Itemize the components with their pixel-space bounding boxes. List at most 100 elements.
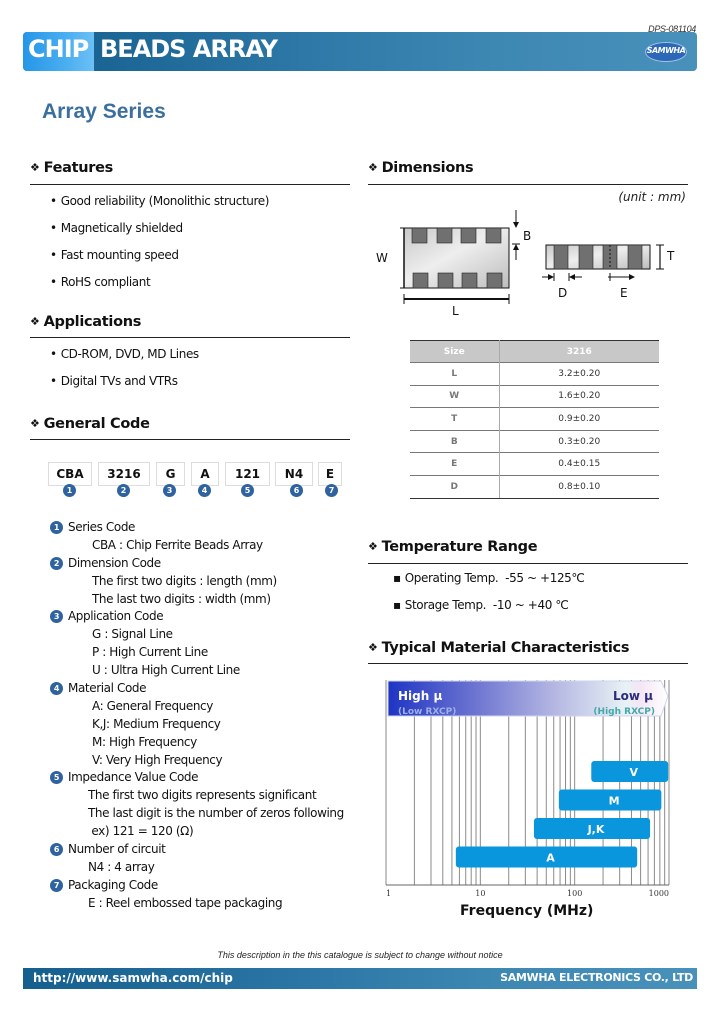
- dimension-drawing: W L B T D E: [376, 210, 675, 318]
- bar-label: A: [546, 852, 555, 865]
- dim-label-l: L: [452, 304, 459, 318]
- applications-title: Applications: [43, 314, 142, 330]
- legend-line: A: General Frequency: [92, 698, 213, 713]
- table-cell-param: E: [410, 452, 500, 476]
- features-list: Good reliability (Monolithic structure) …: [50, 194, 270, 302]
- diamond-bullet-icon: ❖: [30, 315, 40, 328]
- legend-line: The first two digits : length (mm): [92, 573, 277, 588]
- table-cell-value: 1.6±0.20: [499, 384, 659, 408]
- logo-text: SAMWHA: [646, 46, 686, 55]
- application-item: CD-ROM, DVD, MD Lines: [50, 347, 199, 374]
- bar-label: M: [609, 795, 620, 808]
- bar-label: J,K: [587, 823, 605, 836]
- table-cell-value: 3.2±0.20: [499, 362, 659, 386]
- table-row: T 0.9±0.20: [410, 407, 659, 431]
- code-box-dimension: 3216: [98, 462, 150, 486]
- number-badge: 1: [63, 484, 76, 497]
- applications-list: CD-ROM, DVD, MD Lines Digital TVs and VT…: [50, 347, 199, 401]
- mu-gradient-banner: High μ (Low RXCP) Low μ (High RXCP): [387, 680, 669, 717]
- legend-line: ex) 121 = 120 (Ω): [88, 824, 194, 839]
- header-banner: CHIP BEADS ARRAY SAMWHA: [23, 32, 697, 71]
- legend-heading-series: 1 Series Code: [50, 519, 344, 537]
- number-badge: 2: [117, 484, 130, 497]
- number-badge: 5: [241, 484, 254, 497]
- legend-title: Number of circuit: [68, 842, 166, 857]
- header-title-chip: CHIP: [28, 35, 89, 63]
- chart-bars: V M J,K A: [455, 761, 669, 868]
- legend-title: Packaging Code: [68, 877, 158, 892]
- legend-heading-packaging: 7 Packaging Code: [50, 877, 344, 895]
- legend-line: E : Reel embossed tape packaging: [88, 895, 283, 910]
- legend-line: G : Signal Line: [92, 627, 173, 642]
- low-rxcp-label: (Low RXCP): [398, 707, 456, 717]
- x-tick-label: 100: [567, 889, 582, 898]
- e-dimension-arrow: [608, 273, 635, 281]
- website-link[interactable]: http://www.samwha.com/chip: [33, 971, 233, 985]
- table-cell-param: D: [410, 474, 500, 499]
- general-code-title: General Code: [43, 416, 150, 432]
- applications-heading: ❖ Applications: [30, 314, 141, 330]
- temperature-title: Temperature Range: [381, 539, 538, 555]
- legend-title: Application Code: [68, 609, 164, 624]
- high-rxcp-label: (High RXCP): [593, 707, 655, 717]
- x-tick-label: 1: [386, 889, 391, 898]
- legend-title: Dimension Code: [68, 555, 161, 570]
- table-row: E 0.4±0.15: [410, 452, 659, 476]
- code-box-impedance: 121: [225, 462, 270, 486]
- table-row: W 1.6±0.20: [410, 384, 659, 408]
- code-box-application: G: [156, 462, 185, 486]
- number-badge: 1: [50, 521, 63, 534]
- temperature-heading: ❖ Temperature Range: [368, 539, 538, 555]
- table-cell-param: W: [410, 384, 500, 408]
- code-legend: 1 Series Code CBA : Chip Ferrite Beads Ar…: [50, 519, 344, 913]
- code-box-material: A: [191, 462, 219, 486]
- l-dimension-arrow: [403, 294, 510, 304]
- legend-line: U : Ultra High Current Line: [92, 663, 240, 678]
- applications-divider: [30, 337, 350, 338]
- dimensions-title: Dimensions: [381, 160, 474, 176]
- table-cell-value: 0.3±0.20: [499, 429, 659, 453]
- dim-label-e: E: [620, 286, 628, 300]
- legend-heading-material: 4 Material Code: [50, 680, 344, 698]
- chart-x-axis-label: Frequency (MHz): [460, 903, 594, 919]
- number-badge: 7: [325, 484, 338, 497]
- x-tick-label: 1000: [649, 889, 669, 898]
- unit-note: (unit : mm): [618, 190, 686, 204]
- temperature-item: Operating Temp. -55 ~ +125℃: [393, 571, 585, 598]
- legend-line: The last two digits : width (mm): [92, 591, 271, 606]
- table-row: B 0.3±0.20: [410, 429, 659, 453]
- table-cell-value: 0.4±0.15: [499, 452, 659, 476]
- code-box-circuit: N4: [275, 462, 313, 486]
- number-badge: 3: [163, 484, 176, 497]
- legend-title: Series Code: [68, 520, 136, 534]
- legend-line: The last digit is the number of zeros fo…: [88, 806, 344, 821]
- material-heading: ❖ Typical Material Characteristics: [368, 640, 629, 656]
- number-badge: 2: [50, 556, 63, 570]
- table-cell-param: L: [410, 362, 500, 386]
- legend-heading-circuit: 6 Number of circuit: [50, 841, 344, 859]
- b-dimension-arrow: [512, 210, 520, 260]
- features-heading: ❖ Features: [30, 160, 113, 176]
- number-badge: 5: [50, 771, 63, 785]
- legend-line: M: High Frequency: [92, 734, 197, 749]
- table-row: D 0.8±0.10: [410, 474, 659, 499]
- material-divider: [368, 663, 688, 664]
- general-code-heading: ❖ General Code: [30, 416, 150, 432]
- dim-label-b: B: [523, 229, 531, 243]
- legend-heading-application: 3 Application Code: [50, 608, 344, 626]
- x-tick-label: 10: [475, 889, 485, 898]
- diamond-bullet-icon: ❖: [368, 641, 378, 654]
- top-view: [403, 227, 510, 289]
- legend-title: Impedance Value Code: [68, 770, 199, 785]
- temperature-item: Storage Temp. -10 ~ +40 ℃: [393, 598, 585, 625]
- temperature-divider: [368, 563, 688, 564]
- table-header-3216: 3216: [499, 340, 659, 363]
- low-mu-label: Low μ: [613, 689, 653, 703]
- samwha-logo: SAMWHA: [645, 42, 687, 62]
- side-view: [545, 244, 651, 270]
- dim-label-d: D: [558, 286, 567, 300]
- table-cell-value: 0.9±0.20: [499, 407, 659, 431]
- feature-item: Good reliability (Monolithic structure): [50, 194, 270, 221]
- feature-item: Fast mounting speed: [50, 248, 269, 275]
- table-cell-value: 0.8±0.10: [499, 474, 659, 499]
